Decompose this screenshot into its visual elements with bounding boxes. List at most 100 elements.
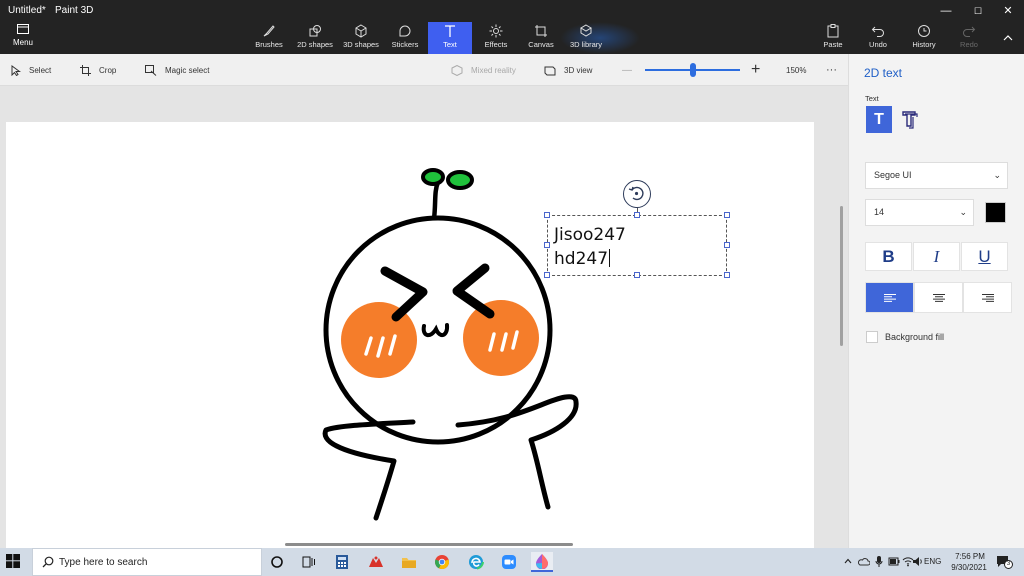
- resize-handle-left[interactable]: [544, 242, 550, 248]
- clock-date[interactable]: 9/30/2021: [946, 563, 992, 572]
- maximize-button[interactable]: ☐: [964, 3, 992, 19]
- cursor-icon: [11, 64, 21, 76]
- resize-handle-bottom[interactable]: [634, 272, 640, 278]
- history-button[interactable]: History: [902, 22, 946, 54]
- tool-effects[interactable]: Effects: [474, 22, 518, 54]
- text-line-1[interactable]: Jisoo247: [554, 225, 626, 245]
- italic-button[interactable]: I: [913, 242, 960, 271]
- rotate-handle[interactable]: [623, 180, 651, 208]
- chevron-up-icon: [1003, 35, 1013, 41]
- windows-taskbar: Type here to search ENG 7:56 PM 9/30/202…: [0, 548, 1024, 576]
- tool-3d-shapes[interactable]: 3D shapes: [339, 22, 383, 54]
- background-fill-checkbox[interactable]: [866, 331, 878, 343]
- tool-label: Text: [443, 40, 457, 49]
- text-line-2[interactable]: hd247: [554, 249, 611, 269]
- close-button[interactable]: ✕: [994, 3, 1022, 19]
- cortana-icon[interactable]: [266, 552, 288, 572]
- underline-button[interactable]: U: [961, 242, 1008, 271]
- start-button[interactable]: [6, 554, 22, 570]
- tool-stickers[interactable]: Stickers: [383, 22, 427, 54]
- redo-label: Redo: [960, 40, 978, 49]
- taskbar-search-box[interactable]: Type here to search: [32, 548, 262, 576]
- paste-button[interactable]: Paste: [811, 22, 855, 54]
- canvas-icon: [519, 22, 563, 39]
- minimize-button[interactable]: —: [932, 3, 960, 19]
- edge-icon[interactable]: [465, 552, 487, 572]
- zoom-slider-thumb[interactable]: [689, 63, 696, 77]
- language-indicator[interactable]: ENG: [924, 557, 941, 566]
- menu-button[interactable]: Menu: [6, 24, 40, 50]
- tool-3d-library[interactable]: 3D library: [564, 22, 608, 54]
- align-center-button[interactable]: [914, 282, 963, 313]
- mixed-reality-label: Mixed reality: [471, 65, 516, 75]
- search-placeholder: Type here to search: [59, 557, 148, 568]
- microphone-icon[interactable]: [875, 555, 883, 568]
- search-icon: [42, 556, 54, 568]
- align-center-icon: [932, 293, 945, 302]
- resize-handle-top-left[interactable]: [544, 212, 550, 218]
- collapse-ribbon-button[interactable]: [994, 30, 1022, 46]
- font-size-dropdown[interactable]: 14 ⌄: [865, 199, 974, 226]
- zoom-level[interactable]: 150%: [786, 54, 806, 86]
- resize-handle-top[interactable]: [634, 212, 640, 218]
- photos-icon[interactable]: [365, 552, 387, 572]
- resize-handle-bottom-left[interactable]: [544, 272, 550, 278]
- align-left-button[interactable]: [865, 282, 914, 313]
- text-properties-panel: 2D text Text T Segoe UI ⌄ 14 ⌄ B I U Bac…: [848, 54, 1024, 548]
- character-drawing: [322, 168, 579, 521]
- zoom-icon[interactable]: [498, 552, 520, 572]
- file-explorer-icon[interactable]: [398, 552, 420, 572]
- bold-button[interactable]: B: [865, 242, 912, 271]
- horizontal-scrollbar[interactable]: [285, 543, 573, 546]
- align-right-button[interactable]: [963, 282, 1012, 313]
- font-family-dropdown[interactable]: Segoe UI ⌄: [865, 162, 1008, 189]
- vertical-scrollbar[interactable]: [840, 206, 843, 346]
- history-icon: [902, 22, 946, 39]
- select-button[interactable]: Select: [11, 54, 51, 86]
- magic-select-button[interactable]: Magic select: [145, 54, 209, 86]
- text-box[interactable]: Jisoo247 hd247: [544, 212, 730, 278]
- folder-icon: [6, 24, 40, 38]
- resize-handle-right[interactable]: [724, 242, 730, 248]
- zoom-slider[interactable]: [645, 63, 740, 77]
- 3d-text-button[interactable]: [899, 109, 921, 131]
- resize-handle-top-right[interactable]: [724, 212, 730, 218]
- resize-handle-bottom-right[interactable]: [724, 272, 730, 278]
- mixed-reality-button[interactable]: Mixed reality: [451, 54, 516, 86]
- undo-button[interactable]: Undo: [856, 22, 900, 54]
- chevron-down-icon: ⌄: [959, 207, 967, 217]
- tool-label: 3D library: [569, 40, 603, 49]
- volume-icon[interactable]: [912, 556, 924, 567]
- chrome-icon[interactable]: [431, 552, 453, 572]
- tool-text[interactable]: Text: [428, 22, 472, 54]
- 3d-view-button[interactable]: 3D view: [544, 54, 592, 86]
- clock-time[interactable]: 7:56 PM: [950, 552, 990, 561]
- paint-3d-icon[interactable]: [531, 552, 553, 572]
- background-fill-label: Background fill: [885, 332, 945, 342]
- task-view-icon[interactable]: [298, 552, 320, 572]
- 3d-view-icon: [544, 66, 556, 75]
- 2d-text-button[interactable]: T: [866, 106, 892, 133]
- right-cheek: [463, 300, 539, 376]
- calculator-icon[interactable]: [331, 552, 353, 572]
- notification-center-button[interactable]: 3: [996, 555, 1013, 569]
- redo-button[interactable]: Redo: [947, 22, 991, 54]
- tool-2d-shapes[interactable]: 2D shapes: [293, 22, 337, 54]
- zoom-in-button[interactable]: +: [751, 54, 760, 86]
- chevron-up-icon[interactable]: [844, 558, 852, 564]
- history-label: History: [912, 40, 936, 49]
- undo-label: Undo: [869, 40, 887, 49]
- more-options-button[interactable]: ···: [826, 54, 837, 86]
- 3d-shapes-icon: [339, 22, 383, 39]
- text-icon: [428, 22, 472, 39]
- onedrive-icon[interactable]: [858, 556, 870, 567]
- 3d-library-icon: [564, 22, 608, 39]
- battery-icon[interactable]: [888, 556, 900, 567]
- zoom-out-button[interactable]: —: [622, 54, 632, 86]
- drawing-canvas[interactable]: Jisoo247 hd247: [6, 122, 814, 548]
- crop-button[interactable]: Crop: [80, 54, 116, 86]
- tool-brushes[interactable]: Brushes: [247, 22, 291, 54]
- tool-canvas[interactable]: Canvas: [519, 22, 563, 54]
- text-color-swatch[interactable]: [985, 202, 1006, 223]
- sprout-drawing: [421, 168, 474, 222]
